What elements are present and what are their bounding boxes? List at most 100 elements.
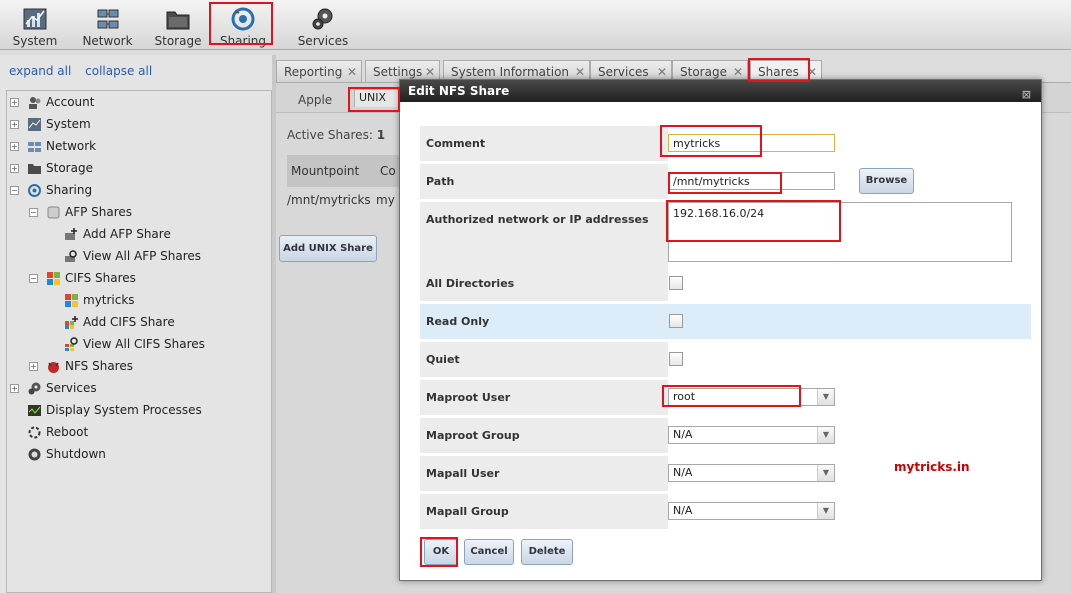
expand-icon[interactable]: + bbox=[10, 142, 19, 151]
tree-item-shutdown[interactable]: Shutdown bbox=[27, 444, 106, 464]
shares-grid-header: Mountpoint Co bbox=[287, 155, 407, 187]
toolbar-storage-label: Storage bbox=[154, 34, 202, 48]
tree-item-nfs-shares[interactable]: + NFS Shares bbox=[29, 356, 133, 376]
mapall-user-select[interactable]: N/A ▼ bbox=[668, 464, 835, 482]
ok-button[interactable]: OK bbox=[424, 539, 458, 565]
column-mountpoint[interactable]: Mountpoint bbox=[291, 164, 359, 178]
expand-icon[interactable]: + bbox=[10, 164, 19, 173]
table-row[interactable]: /mnt/mytricks my bbox=[287, 193, 395, 207]
maproot-user-select[interactable]: root ▼ bbox=[668, 388, 835, 406]
tree-item-add-afp-share[interactable]: Add AFP Share bbox=[64, 224, 171, 244]
edit-nfs-share-dialog: Edit NFS Share⊠ Comment Path Browse Auth… bbox=[399, 79, 1042, 581]
tab-label: Storage bbox=[680, 65, 727, 79]
sharing-icon bbox=[231, 7, 255, 31]
processes-icon bbox=[28, 405, 41, 416]
tree-item-add-cifs-share[interactable]: Add CIFS Share bbox=[64, 312, 175, 332]
active-shares-label: Active Shares: bbox=[287, 128, 373, 142]
cell-mountpoint: /mnt/mytricks bbox=[287, 193, 371, 207]
tree-item-network[interactable]: + Network bbox=[10, 136, 96, 156]
value-cell bbox=[668, 266, 1031, 301]
toolbar-services-button[interactable]: Services bbox=[296, 4, 350, 48]
tree-item-label: Services bbox=[46, 381, 97, 395]
quiet-checkbox[interactable] bbox=[669, 352, 683, 366]
tab-reporting[interactable]: Reporting ✕ bbox=[276, 60, 362, 82]
path-input[interactable] bbox=[668, 172, 835, 190]
tree-item-cifs-shares[interactable]: − CIFS Shares bbox=[29, 268, 136, 288]
expand-icon[interactable]: + bbox=[29, 362, 38, 371]
toolbar-network-button[interactable]: Network bbox=[80, 4, 135, 48]
storage-icon bbox=[28, 164, 41, 174]
tree-item-view-cifs-shares[interactable]: View All CIFS Shares bbox=[64, 334, 205, 354]
tab-label: Shares bbox=[758, 65, 799, 79]
network-textarea[interactable]: 192.168.16.0/24 bbox=[668, 202, 1012, 262]
delete-button[interactable]: Delete bbox=[521, 539, 573, 565]
read-only-checkbox[interactable] bbox=[669, 314, 683, 328]
tab-label: System Information bbox=[451, 65, 570, 79]
network-label: Authorized network or IP addresses bbox=[426, 213, 649, 226]
value-cell: root ▼ bbox=[668, 380, 1031, 415]
tree-item-label: View All AFP Shares bbox=[83, 249, 202, 263]
tree-item-label: Reboot bbox=[46, 425, 89, 439]
maproot-group-label: Maproot Group bbox=[426, 429, 520, 442]
maproot-group-select[interactable]: N/A ▼ bbox=[668, 426, 835, 444]
tree-item-mytricks-share[interactable]: mytricks bbox=[64, 290, 135, 310]
add-icon bbox=[65, 228, 77, 240]
mapall-group-select[interactable]: N/A ▼ bbox=[668, 502, 835, 520]
add-unix-share-button[interactable]: Add UNIX Share bbox=[279, 235, 377, 262]
cancel-button[interactable]: Cancel bbox=[464, 539, 514, 565]
tree-item-label: Storage bbox=[46, 161, 93, 175]
tree-item-label: Add AFP Share bbox=[83, 227, 171, 241]
toolbar-system-button[interactable]: System bbox=[10, 4, 60, 48]
tree-item-label: Account bbox=[46, 95, 95, 109]
expand-icon[interactable]: + bbox=[10, 98, 19, 107]
all-directories-checkbox[interactable] bbox=[669, 276, 683, 290]
alldirs-label: All Directories bbox=[426, 277, 515, 290]
close-tab-icon[interactable]: ✕ bbox=[347, 61, 357, 83]
tree-item-reboot[interactable]: Reboot bbox=[27, 422, 88, 442]
comment-input[interactable] bbox=[668, 134, 835, 152]
collapse-all-link[interactable]: collapse all bbox=[85, 64, 152, 78]
chevron-down-icon[interactable]: ▼ bbox=[817, 503, 834, 519]
dialog-title[interactable]: Edit NFS Share ⊠ bbox=[400, 80, 1041, 102]
tree-item-label: Network bbox=[46, 139, 97, 153]
tree-item-afp-shares[interactable]: − AFP Shares bbox=[29, 202, 132, 222]
tree-controls: expand all collapse all bbox=[9, 64, 162, 78]
comment-label: Comment bbox=[426, 137, 486, 150]
field-maproot-user-row: Maproot User root ▼ bbox=[420, 380, 1031, 415]
reboot-icon bbox=[28, 426, 41, 439]
tree-item-account[interactable]: + Account bbox=[10, 92, 94, 112]
chevron-down-icon[interactable]: ▼ bbox=[817, 465, 834, 481]
value-cell: N/A ▼ bbox=[668, 418, 1031, 453]
cell-comment: my bbox=[376, 193, 395, 207]
readonly-label: Read Only bbox=[426, 315, 490, 328]
subtab-apple[interactable]: Apple bbox=[286, 89, 344, 113]
expand-icon[interactable]: + bbox=[10, 120, 19, 129]
add-icon bbox=[65, 316, 78, 329]
tree-item-view-afp-shares[interactable]: View All AFP Shares bbox=[64, 246, 201, 266]
tree-item-display-system-processes[interactable]: Display System Processes bbox=[27, 400, 202, 420]
tree-item-services[interactable]: + Services bbox=[10, 378, 97, 398]
column-comment[interactable]: Co bbox=[380, 155, 396, 187]
collapse-icon[interactable]: − bbox=[29, 208, 38, 217]
afp-icon bbox=[47, 206, 60, 219]
storage-icon bbox=[166, 11, 190, 30]
value-cell: N/A ▼ bbox=[668, 456, 1031, 491]
field-path-row: Path Browse bbox=[420, 164, 1031, 199]
tree-item-label: Shutdown bbox=[46, 447, 106, 461]
tree-item-storage[interactable]: + Storage bbox=[10, 158, 93, 178]
expand-icon[interactable]: + bbox=[10, 384, 19, 393]
value-cell: N/A ▼ bbox=[668, 494, 1031, 529]
chevron-down-icon[interactable]: ▼ bbox=[817, 427, 834, 443]
expand-all-link[interactable]: expand all bbox=[9, 64, 71, 78]
chevron-down-icon[interactable]: ▼ bbox=[817, 389, 834, 405]
browse-button[interactable]: Browse bbox=[859, 168, 914, 194]
toolbar-storage-button[interactable]: Storage bbox=[152, 4, 204, 48]
tree-item-sharing[interactable]: − Sharing bbox=[10, 180, 92, 200]
tree-item-system[interactable]: + System bbox=[10, 114, 91, 134]
tree-item-label: AFP Shares bbox=[65, 205, 133, 219]
toolbar-sharing-button[interactable]: Sharing bbox=[215, 4, 271, 48]
close-icon[interactable]: ⊠ bbox=[1022, 84, 1031, 106]
collapse-icon[interactable]: − bbox=[10, 186, 19, 195]
collapse-icon[interactable]: − bbox=[29, 274, 38, 283]
tab-label: Reporting bbox=[284, 65, 343, 79]
